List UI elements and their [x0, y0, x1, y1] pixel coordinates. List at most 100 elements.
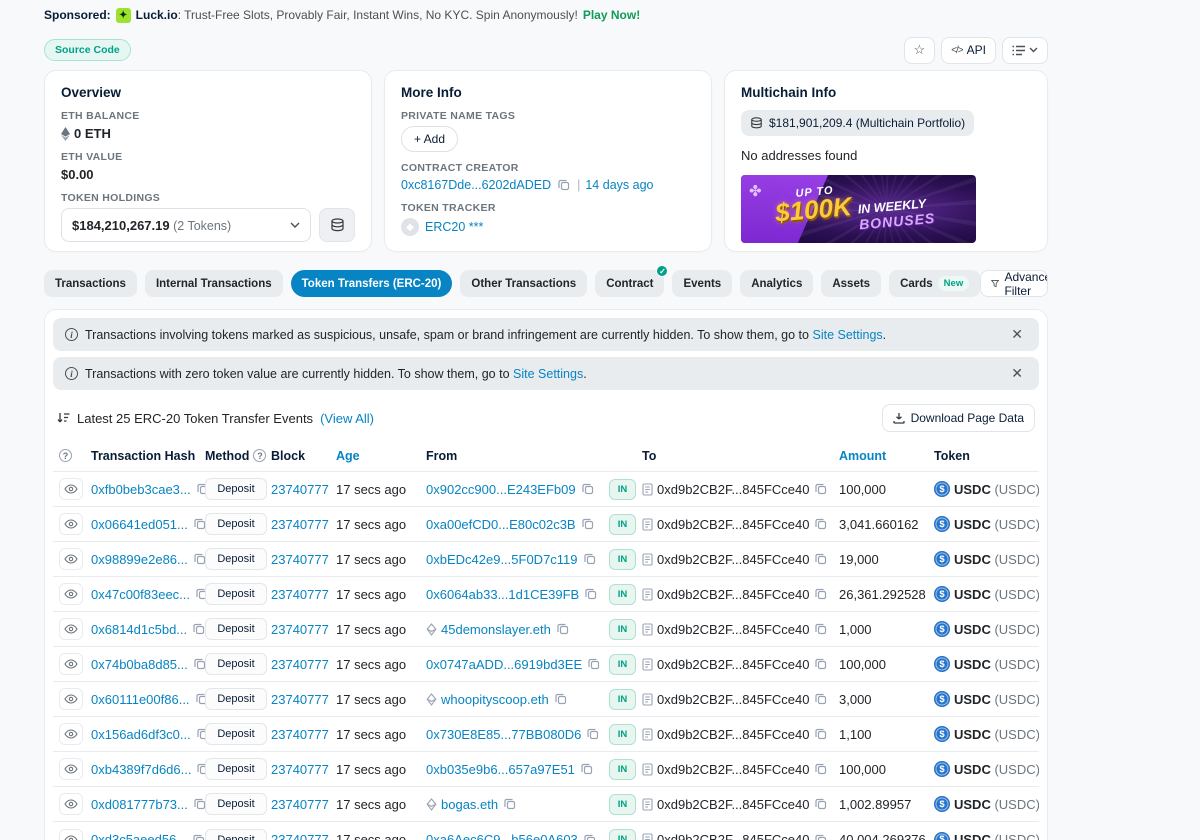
- tab-other-transactions[interactable]: Other Transactions ✓: [460, 270, 588, 297]
- to-address[interactable]: 0xd9b2CB2F...845FCce40: [657, 587, 809, 602]
- eye-icon[interactable]: [59, 618, 83, 640]
- copy-icon[interactable]: [194, 693, 205, 705]
- tab-events[interactable]: Events ✓: [672, 270, 733, 297]
- eye-icon[interactable]: [59, 758, 83, 780]
- view-options-button[interactable]: [1002, 36, 1048, 64]
- block-link[interactable]: 23740777: [271, 797, 329, 812]
- method-badge[interactable]: Deposit: [205, 793, 267, 815]
- token-link[interactable]: USDC (USDC): [954, 797, 1039, 812]
- copy-icon[interactable]: [553, 693, 569, 705]
- add-name-tag-button[interactable]: + Add: [401, 126, 459, 152]
- copy-icon[interactable]: [579, 763, 595, 775]
- to-address[interactable]: 0xd9b2CB2F...845FCce40: [657, 622, 809, 637]
- from-address-link[interactable]: 0xb035e9b6...657a97E51: [426, 762, 575, 777]
- token-link[interactable]: USDC (USDC): [954, 727, 1039, 742]
- download-page-data-button[interactable]: Download Page Data: [881, 404, 1035, 432]
- method-badge[interactable]: Deposit: [205, 513, 267, 535]
- copy-icon[interactable]: [502, 798, 518, 810]
- eye-icon[interactable]: [59, 828, 83, 840]
- tx-hash-link[interactable]: 0xd3c5aeed56...: [91, 832, 187, 840]
- tx-hash-link[interactable]: 0x156ad6df3c0...: [91, 727, 191, 742]
- copy-icon[interactable]: [813, 658, 829, 670]
- tab-analytics[interactable]: Analytics ✓: [740, 270, 814, 297]
- help-icon[interactable]: ?: [253, 449, 267, 462]
- token-link[interactable]: USDC (USDC): [954, 762, 1039, 777]
- tx-hash-link[interactable]: 0xfb0beb3cae3...: [91, 482, 191, 497]
- from-address-link[interactable]: bogas.eth: [441, 797, 498, 812]
- block-link[interactable]: 23740777: [271, 552, 329, 567]
- copy-icon[interactable]: [586, 658, 602, 670]
- copy-icon[interactable]: [813, 553, 829, 565]
- tab-cards[interactable]: Cards New ✓: [889, 270, 981, 297]
- copy-icon[interactable]: [813, 588, 829, 600]
- eye-icon[interactable]: [59, 583, 83, 605]
- from-address-link[interactable]: whoopityscoop.eth: [441, 692, 549, 707]
- method-badge[interactable]: Deposit: [205, 653, 267, 675]
- token-link[interactable]: USDC (USDC): [954, 657, 1039, 672]
- eye-icon[interactable]: [59, 723, 83, 745]
- token-link[interactable]: USDC (USDC): [954, 622, 1039, 637]
- eye-icon[interactable]: [59, 653, 83, 675]
- col-amount[interactable]: Amount: [839, 449, 934, 463]
- copy-icon[interactable]: [580, 483, 596, 495]
- token-tracker-link[interactable]: ERC20 ***: [425, 220, 483, 234]
- eye-icon[interactable]: [59, 688, 83, 710]
- copy-icon[interactable]: [192, 798, 205, 810]
- token-link[interactable]: USDC (USDC): [954, 832, 1039, 840]
- to-address[interactable]: 0xd9b2CB2F...845FCce40: [657, 552, 809, 567]
- tx-hash-link[interactable]: 0x74b0ba8d85...: [91, 657, 188, 672]
- eye-icon[interactable]: [59, 793, 83, 815]
- tx-hash-link[interactable]: 0x06641ed051...: [91, 517, 188, 532]
- tab-contract[interactable]: Contract ✓: [595, 265, 669, 297]
- block-link[interactable]: 23740777: [271, 657, 329, 672]
- view-all-link[interactable]: (View All): [320, 411, 374, 426]
- to-address[interactable]: 0xd9b2CB2F...845FCce40: [657, 692, 809, 707]
- block-link[interactable]: 23740777: [271, 727, 329, 742]
- method-badge[interactable]: Deposit: [205, 583, 267, 605]
- to-address[interactable]: 0xd9b2CB2F...845FCce40: [657, 657, 809, 672]
- copy-icon[interactable]: [191, 623, 205, 635]
- from-address-link[interactable]: 45demonslayer.eth: [441, 622, 551, 637]
- eye-icon[interactable]: [59, 513, 83, 535]
- method-badge[interactable]: Deposit: [205, 548, 267, 570]
- tx-hash-link[interactable]: 0x6814d1c5bd...: [91, 622, 187, 637]
- copy-icon[interactable]: [192, 553, 205, 565]
- to-address[interactable]: 0xd9b2CB2F...845FCce40: [657, 832, 809, 840]
- copy-icon[interactable]: [813, 728, 829, 740]
- copy-icon[interactable]: [191, 834, 205, 840]
- token-link[interactable]: USDC (USDC): [954, 692, 1039, 707]
- block-link[interactable]: 23740777: [271, 832, 329, 840]
- token-link[interactable]: USDC (USDC): [954, 552, 1039, 567]
- tab-internal-transactions[interactable]: Internal Transactions ✓: [144, 270, 283, 297]
- token-holdings-select[interactable]: $184,210,267.19 (2 Tokens): [61, 208, 311, 242]
- col-age[interactable]: Age: [336, 449, 426, 463]
- tab-transactions[interactable]: Transactions ✓: [44, 270, 137, 297]
- token-link[interactable]: USDC (USDC): [954, 482, 1039, 497]
- method-badge[interactable]: Deposit: [205, 688, 267, 710]
- block-link[interactable]: 23740777: [271, 482, 329, 497]
- from-address-link[interactable]: 0x0747aADD...6919bd3EE: [426, 657, 582, 672]
- site-settings-link[interactable]: Site Settings: [513, 367, 583, 381]
- promo-banner[interactable]: ✤ UP TO $100K IN WEEKLY BONUSES: [741, 175, 976, 243]
- tx-hash-link[interactable]: 0xd081777b73...: [91, 797, 188, 812]
- block-link[interactable]: 23740777: [271, 762, 329, 777]
- copy-icon[interactable]: [195, 763, 205, 775]
- copy-icon[interactable]: [556, 179, 572, 191]
- block-link[interactable]: 23740777: [271, 692, 329, 707]
- copy-icon[interactable]: [192, 518, 205, 530]
- copy-icon[interactable]: [813, 763, 829, 775]
- from-address-link[interactable]: 0x730E8E85...77BB080D6: [426, 727, 581, 742]
- copy-icon[interactable]: [583, 588, 599, 600]
- from-address-link[interactable]: 0xa6Aec6C9...b56e0A603: [426, 832, 578, 840]
- tx-hash-link[interactable]: 0x47c00f83eec...: [91, 587, 190, 602]
- tx-hash-link[interactable]: 0x60111e00f86...: [91, 692, 190, 707]
- eye-icon[interactable]: [59, 478, 83, 500]
- wallet-button[interactable]: [319, 208, 355, 242]
- copy-icon[interactable]: [582, 834, 598, 840]
- block-link[interactable]: 23740777: [271, 517, 329, 532]
- help-icon[interactable]: ?: [59, 449, 72, 462]
- token-link[interactable]: USDC (USDC): [954, 517, 1039, 532]
- to-address[interactable]: 0xd9b2CB2F...845FCce40: [657, 482, 809, 497]
- copy-icon[interactable]: [192, 658, 205, 670]
- from-address-link[interactable]: 0xbEDc42e9...5F0D7c119: [426, 552, 578, 567]
